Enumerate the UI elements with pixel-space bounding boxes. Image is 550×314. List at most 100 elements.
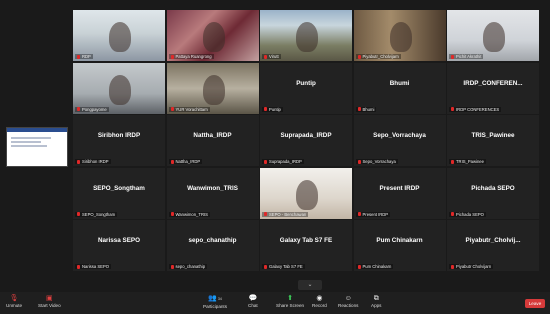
participant-tile[interactable]: Narissa SEPO Narissa SEPO xyxy=(73,220,165,271)
participant-name-label: Piyabutr Cholvijarn xyxy=(449,264,494,269)
participant-tile[interactable]: TRIS_Pawinee TRIS_Pawinee xyxy=(447,115,539,166)
participant-display-name: SEPO_Songtham xyxy=(93,184,145,192)
participant-silhouette xyxy=(389,22,412,52)
participant-silhouette xyxy=(202,74,225,105)
participant-tile[interactable]: Suprapada_IRDP Suprapada_IRDP xyxy=(260,115,352,166)
muted-mic-icon xyxy=(170,264,174,269)
share-screen-icon: ⬆ xyxy=(287,295,293,302)
participant-display-name: Pichada SEPO xyxy=(471,184,515,192)
participant-name: YUR Vorachittarn xyxy=(175,106,208,112)
participant-tile[interactable]: SEPO_Songtham SEPO_Songtham xyxy=(73,167,165,219)
muted-mic-icon xyxy=(451,212,454,216)
participant-silhouette xyxy=(483,22,505,52)
participant-display-name: Piyabutr_Cholvij... xyxy=(465,237,521,244)
apps-button[interactable]: ⧉ Apps xyxy=(371,294,381,308)
participant-name: Puntip xyxy=(269,106,281,112)
participant-tile[interactable]: Siribhon IRDP Siribhon IRDP xyxy=(73,115,165,166)
participant-name: Pichit Akrathit xyxy=(456,54,482,59)
participant-tile[interactable]: Nattha_IRDP Nattha_IRDP xyxy=(166,115,259,166)
participant-display-name: Puntip xyxy=(296,79,316,87)
participant-name-label: IRDP CONFERENCES xyxy=(449,106,502,112)
chat-button[interactable]: 💬 Chat xyxy=(248,294,258,308)
participant-name: Bhumi xyxy=(362,106,375,112)
shared-screen-thumbnail[interactable] xyxy=(6,127,68,167)
participant-tile[interactable]: Piyabutr_Cholvijarn xyxy=(353,10,446,61)
participant-name-label: Pichit Akrathit xyxy=(449,54,484,59)
participant-tile[interactable]: Sepo_Vorrachaya Sepo_Vorrachaya xyxy=(353,115,446,166)
unmute-button[interactable]: 🎙 Unmute xyxy=(6,294,22,308)
participant-display-name: Pum Chinakarn xyxy=(376,237,423,244)
participant-name: sepo_chanathip xyxy=(175,264,206,269)
participant-tile[interactable]: Present IRDP Present IRDP xyxy=(353,167,446,219)
participants-button[interactable]: 👥34 Participants xyxy=(203,294,227,309)
participant-name-label: Wanwimon_TRIS xyxy=(168,211,210,217)
start-video-button[interactable]: ▣ Start Video xyxy=(38,294,61,308)
participant-name-label: Pattaya Ruangrong xyxy=(168,54,214,59)
participant-tile[interactable]: Bhumi Bhumi xyxy=(353,62,446,114)
leave-button[interactable]: Leave xyxy=(525,299,545,308)
participant-name: RDP xyxy=(82,54,91,59)
participant-name: Sepo_Vorrachaya xyxy=(362,159,396,164)
participant-name: Narissa SEPO xyxy=(82,264,109,269)
participant-name-label: Galaxy Tab S7 FE xyxy=(262,264,305,269)
participant-name-label: Narissa SEPO xyxy=(75,264,111,269)
participant-tile[interactable]: RDP xyxy=(73,10,165,61)
participant-name: Piyabutr Cholvijarn xyxy=(456,264,492,269)
participant-name-label: Bhumi xyxy=(355,106,377,112)
chevron-down-icon[interactable]: ⌄ xyxy=(298,280,322,290)
muted-mic-icon xyxy=(77,212,80,216)
apps-icon: ⧉ xyxy=(373,295,379,302)
participant-name: Pum Chinakarn xyxy=(362,264,392,269)
participant-tile[interactable]: Pongpayome xyxy=(73,62,165,114)
participant-name-label: Virutt xyxy=(262,54,281,59)
participant-display-name: Siribhon IRDP xyxy=(97,132,141,139)
participant-name-label: TRIS_Pawinee xyxy=(449,159,486,164)
muted-mic-icon: 🎙 xyxy=(9,295,19,302)
participant-name-label: Pongpayome xyxy=(75,106,109,112)
muted-mic-icon xyxy=(170,159,174,164)
muted-mic-icon xyxy=(77,159,80,164)
participant-display-name: Present IRDP xyxy=(379,184,420,192)
record-button[interactable]: ◉ Record xyxy=(312,294,327,308)
participant-display-name: Bhumi xyxy=(389,79,410,87)
participant-tile[interactable]: Pattaya Ruangrong xyxy=(166,10,259,61)
participant-tile[interactable]: Piyabutr_Cholvij... Piyabutr Cholvijarn xyxy=(447,220,539,271)
participant-tile[interactable]: Virutt xyxy=(260,10,352,61)
muted-mic-icon xyxy=(451,264,454,269)
share-screen-button[interactable]: ⬆ Share Screen xyxy=(276,294,304,308)
participant-tile[interactable]: Pichada SEPO Pichada SEPO xyxy=(447,167,539,219)
participant-tile[interactable]: Pichit Akrathit xyxy=(447,10,539,61)
participant-display-name: Wanwimon_TRIS xyxy=(187,184,238,192)
muted-mic-icon xyxy=(451,54,454,59)
reactions-button[interactable]: ☺ Reactions xyxy=(338,294,358,308)
participant-tile[interactable]: Wanwimon_TRIS Wanwimon_TRIS xyxy=(166,167,259,219)
participant-tile[interactable]: SEPO - Benchawan xyxy=(260,167,352,219)
muted-mic-icon xyxy=(264,212,267,216)
participant-tile[interactable]: IRDP_CONFEREN... IRDP CONFERENCES xyxy=(447,62,539,114)
participant-name: Pichada SEPO xyxy=(456,211,484,217)
participant-name: TRIS_Pawinee xyxy=(456,159,484,164)
participant-name-label: Siribhon IRDP xyxy=(75,159,111,164)
participant-name-label: SEPO_Songtham xyxy=(75,211,118,217)
participant-name-label: Nattha_IRDP xyxy=(168,159,203,164)
muted-mic-icon xyxy=(451,159,454,164)
record-icon: ◉ xyxy=(316,295,323,302)
participant-display-name: Sepo_Vorrachaya xyxy=(373,132,426,139)
participant-name: Galaxy Tab S7 FE xyxy=(269,264,303,269)
video-off-icon: ▣ xyxy=(46,295,53,302)
participant-tile[interactable]: Puntip Puntip xyxy=(260,62,352,114)
participant-tile[interactable]: YUR Vorachittarn xyxy=(166,62,259,114)
participant-silhouette xyxy=(109,22,131,52)
participant-display-name: Suprapada_IRDP xyxy=(280,132,332,139)
participant-tile[interactable]: Pum Chinakarn Pum Chinakarn xyxy=(353,220,446,271)
muted-mic-icon xyxy=(170,212,174,216)
participant-name: SEPO - Benchawan xyxy=(269,211,307,217)
muted-mic-icon xyxy=(77,54,80,59)
muted-mic-icon xyxy=(170,54,174,59)
participant-silhouette xyxy=(109,74,131,105)
participant-name-label: Puntip xyxy=(262,106,283,112)
participant-name: Pongpayome xyxy=(82,106,107,112)
participant-tile[interactable]: Galaxy Tab S7 FE Galaxy Tab S7 FE xyxy=(260,220,352,271)
participant-name: IRDP CONFERENCES xyxy=(456,106,500,112)
participant-tile[interactable]: sepo_chanathip sepo_chanathip xyxy=(166,220,259,271)
